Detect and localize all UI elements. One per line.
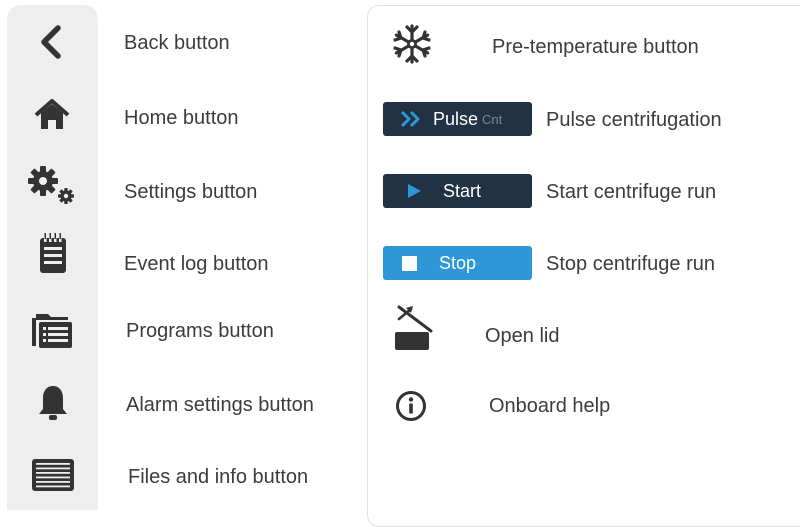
pulse-button-text: Pulse [433,108,479,129]
settings-button-label: Settings button [124,181,258,203]
stop-button-text: Stop [439,252,477,273]
programs-icon[interactable] [30,310,74,350]
open-lid-label: Open lid [485,325,560,347]
programs-button-label: Programs button [126,320,274,342]
pre-temperature-button-label: Pre-temperature button [492,36,699,58]
event-log-icon[interactable] [38,233,68,275]
snowflake-icon[interactable] [391,23,433,65]
home-button-label: Home button [124,107,239,129]
bell-icon[interactable] [37,384,69,422]
gear-icon[interactable] [27,165,77,207]
stop-square-icon [402,255,417,271]
pulse-centrifugation-label: Pulse centrifugation [546,109,722,131]
pulse-button-sub-text: Cnt [482,111,503,127]
info-icon[interactable] [395,390,427,422]
stop-centrifuge-run-label: Stop centrifuge run [546,253,715,275]
files-info-icon[interactable] [31,458,75,492]
stop-button[interactable]: Stop [383,246,532,280]
back-button-label: Back button [124,32,230,54]
onboard-help-label: Onboard help [489,395,611,417]
start-centrifuge-run-label: Start centrifuge run [546,181,717,203]
start-button-text: Start [443,180,482,201]
play-icon [408,184,421,198]
start-button[interactable]: Start [383,174,532,208]
alarm-settings-button-label: Alarm settings button [126,394,314,416]
double-chevron-right-icon [400,110,420,128]
files-info-button-label: Files and info button [128,466,309,488]
back-icon[interactable] [38,24,64,60]
event-log-button-label: Event log button [124,253,269,275]
pulse-button[interactable]: Pulse Cnt [383,102,532,136]
open-lid-icon[interactable] [393,297,435,351]
home-icon[interactable] [33,98,71,132]
